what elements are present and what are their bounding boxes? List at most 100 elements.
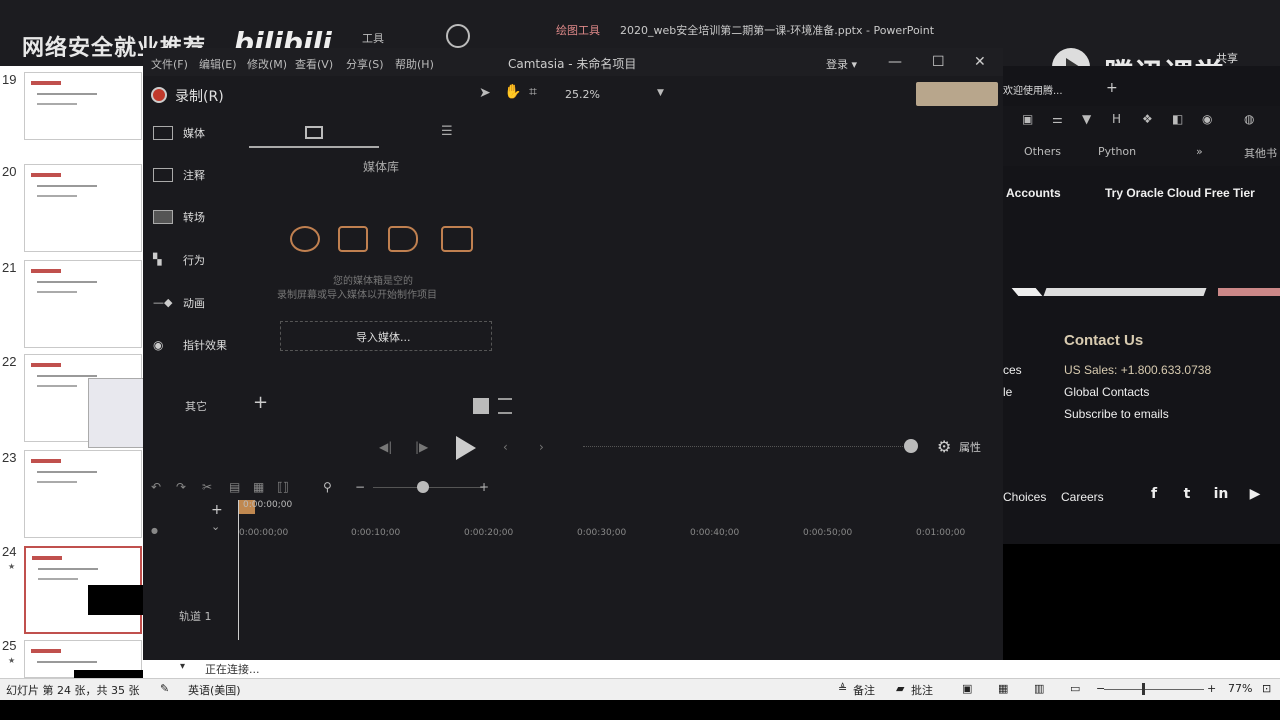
bookmark-icon[interactable]: ▣ bbox=[1022, 112, 1033, 126]
sidebar-item-media[interactable]: 媒体 bbox=[183, 125, 205, 141]
chevron-down-icon[interactable]: ▼ bbox=[657, 88, 664, 98]
sidebar-item-animations[interactable]: 动画 bbox=[183, 295, 205, 311]
footer-careers-link[interactable]: Careers bbox=[1061, 490, 1104, 504]
normal-view-icon[interactable]: ▣ bbox=[962, 682, 972, 695]
record-button[interactable]: 录制(R) bbox=[175, 86, 224, 106]
share-export-button[interactable] bbox=[916, 82, 998, 106]
step-back-icon[interactable]: ◀| bbox=[379, 440, 392, 454]
bookmark-icon[interactable]: ◉ bbox=[1202, 112, 1212, 126]
canvas-zoom[interactable]: 25.2% bbox=[565, 88, 600, 101]
zoom-out-icon[interactable]: − bbox=[355, 480, 365, 494]
menu-edit[interactable]: 编辑(E) bbox=[199, 56, 237, 72]
grid-view-icon[interactable] bbox=[473, 398, 489, 414]
nav-try-oracle[interactable]: Try Oracle Cloud Free Tier bbox=[1105, 186, 1255, 200]
bookmark-icon[interactable]: ❖ bbox=[1142, 112, 1153, 126]
close-icon[interactable]: ✕ bbox=[974, 54, 986, 70]
tab-media-bin[interactable] bbox=[249, 122, 379, 148]
bookmark-icon[interactable]: ▼ bbox=[1082, 112, 1091, 126]
zoom-slider[interactable] bbox=[1104, 689, 1204, 690]
split-icon[interactable]: ⟦⟧ bbox=[277, 480, 289, 494]
comments-icon[interactable]: ▰ bbox=[896, 682, 904, 695]
sidebar-item-annotations[interactable]: 注释 bbox=[183, 167, 205, 183]
bookmark-icon[interactable]: ⚌ bbox=[1052, 112, 1063, 126]
notes-icon[interactable]: ≜ bbox=[838, 682, 847, 695]
scrub-knob[interactable] bbox=[904, 439, 918, 453]
slide-thumbnail[interactable] bbox=[24, 450, 142, 538]
gear-icon[interactable]: ⚙ bbox=[937, 437, 951, 456]
cut-icon[interactable]: ✂ bbox=[202, 480, 212, 494]
bookmark-folder[interactable]: Python bbox=[1098, 145, 1136, 158]
us-sales-link[interactable]: US Sales: +1.800.633.0738 bbox=[1064, 363, 1211, 377]
slide-thumbnail[interactable] bbox=[24, 72, 142, 140]
copy-icon[interactable]: ▤ bbox=[229, 480, 240, 494]
footer-choices-link[interactable]: Choices bbox=[1003, 490, 1046, 504]
link-fragment[interactable]: le bbox=[1003, 385, 1012, 399]
login-button[interactable]: 登录 ▾ bbox=[826, 56, 857, 72]
hand-icon[interactable]: ✋ bbox=[504, 84, 521, 100]
new-tab-icon[interactable]: + bbox=[1106, 80, 1118, 96]
play-icon[interactable] bbox=[456, 436, 476, 460]
zoom-level[interactable]: 77% bbox=[1228, 682, 1252, 695]
youtube-icon[interactable]: ▶ bbox=[1245, 486, 1265, 504]
global-contacts-link[interactable]: Global Contacts bbox=[1064, 385, 1149, 399]
bookmark-icon[interactable]: H bbox=[1112, 112, 1121, 126]
maximize-icon[interactable]: ☐ bbox=[932, 54, 945, 70]
next-icon[interactable]: › bbox=[539, 440, 544, 454]
zoom-in-icon[interactable]: + bbox=[1207, 682, 1216, 695]
menu-share[interactable]: 分享(S) bbox=[346, 56, 384, 72]
paste-icon[interactable]: ▦ bbox=[253, 480, 264, 494]
sidebar-item-transitions[interactable]: 转场 bbox=[183, 209, 205, 225]
slideshow-icon[interactable]: ▭ bbox=[1070, 682, 1080, 695]
slide-thumbnail[interactable] bbox=[24, 164, 142, 252]
comments-button[interactable]: 批注 bbox=[911, 682, 933, 698]
menu-help[interactable]: 帮助(H) bbox=[395, 56, 434, 72]
zoom-search-icon[interactable]: ⚲ bbox=[323, 480, 332, 494]
link-fragment[interactable]: ces bbox=[1003, 363, 1022, 377]
spellcheck-icon[interactable]: ✎ bbox=[160, 682, 169, 695]
zoom-thumb[interactable] bbox=[1142, 683, 1145, 695]
menu-file[interactable]: 文件(F) bbox=[151, 56, 188, 72]
twitter-icon[interactable]: t bbox=[1177, 486, 1197, 504]
slide-thumbnail[interactable] bbox=[24, 260, 142, 348]
frame-back-icon[interactable]: |▶ bbox=[415, 440, 428, 454]
pointer-icon[interactable]: ➤ bbox=[479, 85, 491, 101]
reading-view-icon[interactable]: ▥ bbox=[1034, 682, 1044, 695]
notes-button[interactable]: 备注 bbox=[853, 682, 875, 698]
prev-icon[interactable]: ‹ bbox=[503, 440, 508, 454]
bookmark-icon[interactable]: ◍ bbox=[1244, 112, 1254, 126]
scrub-bar[interactable] bbox=[583, 446, 911, 447]
power-icon[interactable] bbox=[446, 24, 470, 48]
menu-view[interactable]: 查看(V) bbox=[295, 56, 333, 72]
ppt-draw-tools[interactable]: 绘图工具 bbox=[556, 22, 600, 38]
crop-icon[interactable]: ⌗ bbox=[529, 84, 537, 100]
browser-tab[interactable]: 欢迎使用腾... bbox=[1003, 82, 1063, 97]
add-icon[interactable]: + bbox=[253, 392, 268, 413]
ppt-tools-menu[interactable]: 工具 bbox=[362, 30, 384, 46]
track-label[interactable]: 轨道 1 bbox=[179, 608, 212, 624]
bookmark-folder[interactable]: Others bbox=[1024, 145, 1061, 158]
bookmark-folder[interactable]: 其他书 bbox=[1244, 145, 1277, 161]
nav-accounts[interactable]: Accounts bbox=[1006, 186, 1061, 200]
facebook-icon[interactable]: f bbox=[1144, 486, 1164, 504]
fit-to-window-icon[interactable]: ⊡ bbox=[1262, 682, 1271, 695]
zoom-in-icon[interactable]: + bbox=[479, 480, 489, 494]
chevron-down-icon[interactable]: ▾ bbox=[180, 661, 185, 672]
sidebar-item-other[interactable]: 其它 bbox=[185, 398, 207, 414]
subscribe-link[interactable]: Subscribe to emails bbox=[1064, 407, 1169, 421]
linkedin-icon[interactable]: in bbox=[1211, 486, 1231, 504]
sidebar-item-cursor-effects[interactable]: 指针效果 bbox=[183, 337, 227, 353]
add-track-icon[interactable]: + bbox=[211, 502, 223, 518]
slide-sorter-icon[interactable]: ▦ bbox=[998, 682, 1008, 695]
timeline-zoom-knob[interactable] bbox=[417, 481, 429, 493]
menu-modify[interactable]: 修改(M) bbox=[247, 56, 287, 72]
tab-library-icon[interactable]: ☰ bbox=[441, 124, 453, 139]
sidebar-item-behaviors[interactable]: 行为 bbox=[183, 252, 205, 268]
undo-icon[interactable]: ↶ bbox=[151, 480, 161, 494]
chevron-down-icon[interactable]: ⌄ bbox=[211, 520, 220, 533]
list-view-icon[interactable] bbox=[498, 398, 512, 414]
chevron-right-icon[interactable]: » bbox=[1196, 145, 1203, 158]
record-icon[interactable] bbox=[151, 87, 167, 103]
minimize-icon[interactable]: — bbox=[888, 54, 902, 70]
redo-icon[interactable]: ↷ bbox=[176, 480, 186, 494]
language[interactable]: 英语(美国) bbox=[188, 682, 241, 698]
